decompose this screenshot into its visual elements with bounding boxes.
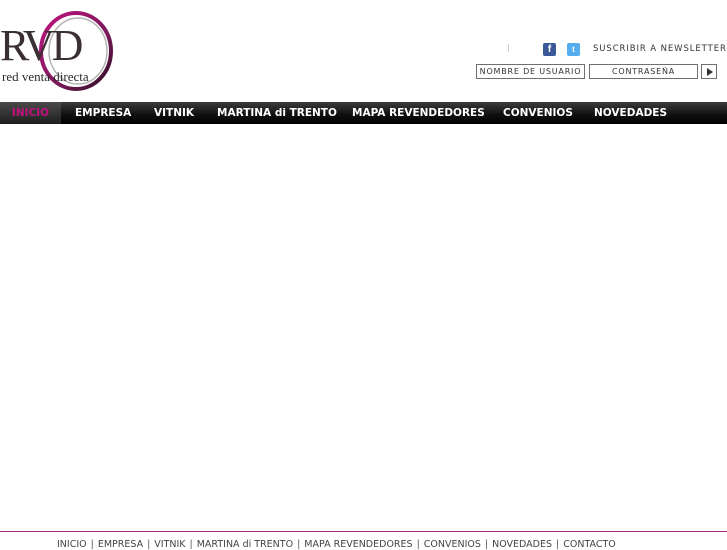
header-divider [508,44,509,52]
nav-item-martina-di-trento[interactable]: MARTINA di TRENTO [217,102,337,124]
logo-letters: RVD [0,21,83,70]
nav-item-convenios[interactable]: CONVENIOS [503,102,573,124]
nav-item-novedades[interactable]: NOVEDADES [594,102,667,124]
twitter-icon[interactable]: t [567,43,580,56]
username-input[interactable] [476,64,585,79]
nav-item-inicio[interactable]: INICIO [0,102,61,124]
nav-item-empresa[interactable]: EMPRESA [75,102,131,124]
password-input[interactable] [589,64,698,79]
play-arrow-icon [707,67,713,76]
nav-item-mapa-revendedores[interactable]: MAPA REVENDEDORES [352,102,485,124]
nav-item-vitnik[interactable]: VITNIK [154,102,194,124]
main-nav: INICIO EMPRESA VITNIK MARTINA di TRENTO … [0,102,727,124]
logo[interactable]: RVD red venta directa [0,8,116,94]
facebook-icon[interactable]: f [543,43,556,56]
newsletter-link[interactable]: SUSCRIBIR A NEWSLETTER [593,44,727,54]
logo-tagline: red venta directa [2,69,89,84]
login-submit-button[interactable] [701,64,717,79]
footer-divider [0,531,727,532]
